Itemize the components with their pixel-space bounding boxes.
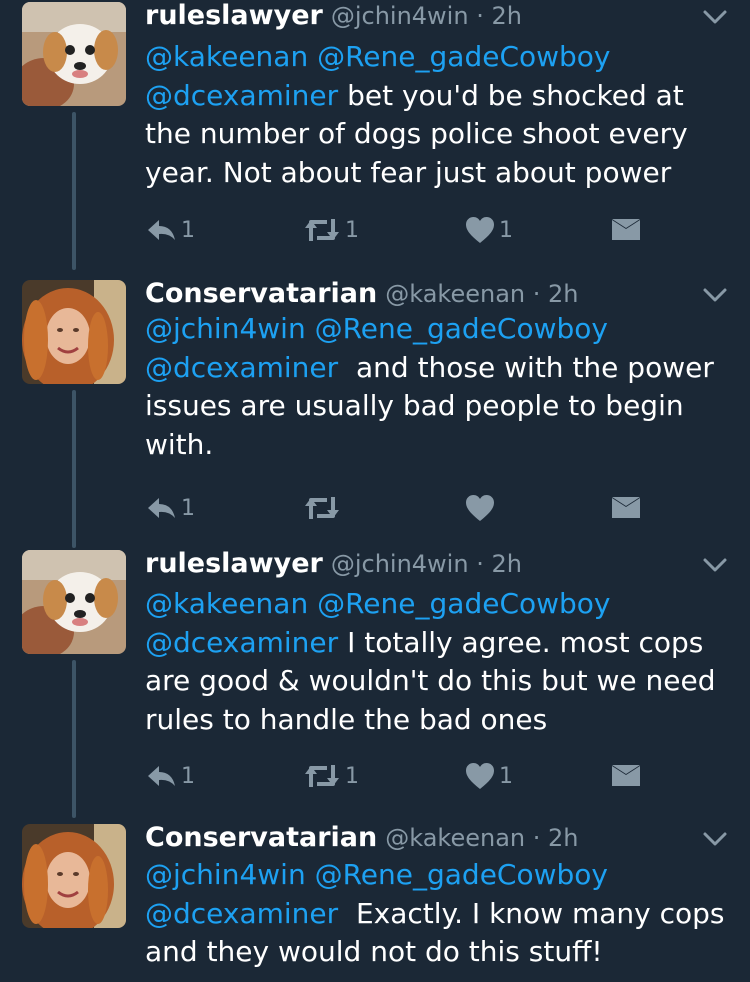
text-line: rules to handle the bad ones bbox=[145, 702, 548, 736]
text-line: @jchin4win @Rene_gadeCowboy bbox=[145, 856, 735, 895]
retweet-count: 1 bbox=[345, 763, 359, 789]
timestamp[interactable]: 2h bbox=[491, 550, 521, 578]
heart-icon bbox=[466, 495, 494, 521]
reply-icon bbox=[148, 766, 175, 786]
mention-link[interactable]: @kakeenan bbox=[145, 587, 308, 620]
text-line: @dcexaminer bet you'd be shocked at bbox=[145, 78, 684, 112]
retweet-button[interactable]: 1 bbox=[303, 212, 359, 248]
avatar[interactable] bbox=[22, 280, 126, 384]
user-handle[interactable]: @jchin4win · 2h bbox=[331, 550, 522, 578]
text-line: the number of dogs police shoot every bbox=[145, 117, 688, 150]
thread-connector-line bbox=[72, 112, 76, 270]
text-line: @dcexaminer and those with the power bbox=[145, 350, 714, 384]
tweet-header: ruleslawyer @jchin4win · 2h bbox=[145, 548, 522, 582]
text-line: issues are usually bad people to begin bbox=[145, 389, 684, 422]
mention-link[interactable]: @dcexaminer bbox=[145, 79, 338, 112]
mention-link[interactable]: @dcexaminer bbox=[145, 897, 338, 930]
avatar[interactable] bbox=[22, 2, 126, 106]
text-line: @dcexaminer Exactly. I know many cops bbox=[145, 896, 725, 930]
reply-icon bbox=[148, 220, 175, 240]
like-count: 1 bbox=[499, 217, 513, 243]
tweet-actions: 1 1 1 bbox=[145, 212, 685, 248]
reply-count: 1 bbox=[181, 495, 195, 521]
mention-link[interactable]: @Rene_gadeCowboy bbox=[315, 312, 608, 345]
avatar[interactable] bbox=[22, 550, 126, 654]
user-handle[interactable]: @kakeenan · 2h bbox=[385, 280, 578, 308]
mention-link[interactable]: @Rene_gadeCowboy bbox=[315, 858, 608, 891]
mention-link[interactable]: @kakeenan bbox=[145, 40, 308, 73]
tweet-text: @kakeenan @Rene_gadeCowboy @dcexaminer I… bbox=[145, 585, 735, 739]
like-button[interactable]: 1 bbox=[465, 212, 513, 248]
tweet-actions: 1 bbox=[145, 490, 685, 526]
text-line: @kakeenan @Rene_gadeCowboy bbox=[145, 38, 735, 77]
direct-message-button[interactable] bbox=[611, 758, 641, 794]
like-button[interactable]: 1 bbox=[465, 758, 513, 794]
chevron-down-icon[interactable] bbox=[702, 556, 728, 574]
retweet-icon bbox=[305, 497, 339, 519]
like-button[interactable] bbox=[465, 490, 499, 526]
tweet-text: @jchin4win @Rene_gadeCowboy @dcexaminer … bbox=[145, 856, 735, 972]
text-line: are good & wouldn't do this but we need bbox=[145, 664, 716, 697]
text-line: and they would not do this stuff! bbox=[145, 935, 603, 968]
direct-message-button[interactable] bbox=[611, 212, 641, 248]
heart-icon bbox=[466, 217, 494, 243]
envelope-icon bbox=[612, 219, 640, 240]
chevron-down-icon[interactable] bbox=[702, 286, 728, 304]
conversation-thread: ruleslawyer @jchin4win · 2h @kakeenan @Re… bbox=[0, 0, 750, 982]
tweet-actions: 1 1 1 bbox=[145, 758, 685, 794]
text-line: year. Not about fear just about power bbox=[145, 155, 672, 189]
timestamp[interactable]: 2h bbox=[491, 2, 521, 30]
chevron-down-icon[interactable] bbox=[702, 830, 728, 848]
envelope-icon bbox=[612, 765, 640, 786]
retweet-icon bbox=[305, 765, 339, 787]
display-name[interactable]: ruleslawyer bbox=[145, 0, 323, 31]
timestamp[interactable]: 2h bbox=[548, 280, 578, 308]
avatar[interactable] bbox=[22, 824, 126, 928]
mention-link[interactable]: @jchin4win bbox=[145, 312, 306, 345]
tweet-text: @kakeenan @Rene_gadeCowboy @dcexaminer b… bbox=[145, 38, 735, 192]
retweet-icon bbox=[305, 219, 339, 241]
retweet-button[interactable]: 1 bbox=[303, 758, 359, 794]
reply-count: 1 bbox=[181, 763, 195, 789]
mention-link[interactable]: @jchin4win bbox=[145, 858, 306, 891]
user-handle[interactable]: @kakeenan · 2h bbox=[385, 824, 578, 852]
thread-connector-line bbox=[72, 660, 76, 818]
text-line: with. bbox=[145, 427, 214, 461]
reply-button[interactable]: 1 bbox=[145, 758, 195, 794]
reply-icon bbox=[148, 498, 175, 518]
display-name[interactable]: Conservatarian bbox=[145, 822, 377, 853]
tweet-header: Conservatarian @kakeenan · 2h bbox=[145, 278, 579, 312]
heart-icon bbox=[466, 763, 494, 789]
reply-count: 1 bbox=[181, 217, 195, 243]
display-name[interactable]: ruleslawyer bbox=[145, 548, 323, 579]
mention-link[interactable]: @dcexaminer bbox=[145, 626, 338, 659]
timestamp[interactable]: 2h bbox=[548, 824, 578, 852]
tweet-text: @jchin4win @Rene_gadeCowboy @dcexaminer … bbox=[145, 310, 735, 464]
text-line: @dcexaminer I totally agree. most cops bbox=[145, 625, 704, 659]
mention-link[interactable]: @dcexaminer bbox=[145, 351, 338, 384]
user-handle[interactable]: @jchin4win · 2h bbox=[331, 2, 522, 30]
text-line: @kakeenan @Rene_gadeCowboy bbox=[145, 585, 735, 624]
chevron-down-icon[interactable] bbox=[702, 8, 728, 26]
text-line: @jchin4win @Rene_gadeCowboy bbox=[145, 310, 735, 349]
retweet-button[interactable] bbox=[303, 490, 345, 526]
display-name[interactable]: Conservatarian bbox=[145, 278, 377, 309]
mention-link[interactable]: @Rene_gadeCowboy bbox=[317, 40, 610, 73]
tweet-header: ruleslawyer @jchin4win · 2h bbox=[145, 0, 522, 34]
reply-button[interactable]: 1 bbox=[145, 490, 195, 526]
mention-link[interactable]: @Rene_gadeCowboy bbox=[317, 587, 610, 620]
like-count: 1 bbox=[499, 763, 513, 789]
retweet-count: 1 bbox=[345, 217, 359, 243]
tweet-header: Conservatarian @kakeenan · 2h bbox=[145, 822, 579, 856]
envelope-icon bbox=[612, 497, 640, 518]
direct-message-button[interactable] bbox=[611, 490, 641, 526]
thread-connector-line bbox=[72, 390, 76, 548]
reply-button[interactable]: 1 bbox=[145, 212, 195, 248]
